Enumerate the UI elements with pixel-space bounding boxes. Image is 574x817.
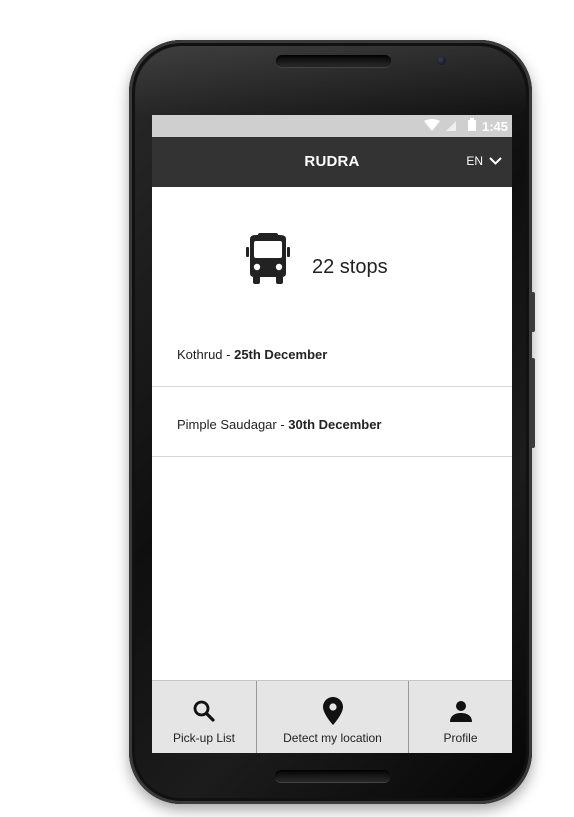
route-summary: 22 stops <box>152 187 512 327</box>
power-button <box>531 292 535 332</box>
front-camera <box>437 56 446 65</box>
nav-label: Pick-up List <box>172 731 236 745</box>
location-pin-icon <box>322 697 343 725</box>
chevron-down-icon <box>489 154 502 168</box>
stop-item[interactable]: Pimple Saudagar - 30th December <box>152 387 512 457</box>
status-time: 1:45 <box>481 118 508 134</box>
status-bar: 1:45 <box>152 115 512 137</box>
stop-date: 30th December <box>288 417 382 432</box>
nav-detect-location[interactable]: Detect my location <box>256 681 408 753</box>
stop-text: Kothrud - 25th December <box>177 347 327 362</box>
app-bar: RUDRA EN <box>152 137 512 187</box>
nav-label: Profile <box>443 731 478 745</box>
app-title: RUDRA <box>304 153 360 170</box>
stop-text: Pimple Saudagar - 30th December <box>177 417 382 432</box>
status-icons: 1:45 <box>423 118 508 134</box>
signal-icon <box>445 119 456 134</box>
language-selector[interactable]: EN <box>466 154 502 168</box>
wifi-icon <box>423 118 440 134</box>
language-label: EN <box>466 154 483 168</box>
stops-count: 22 stops <box>312 256 388 278</box>
stop-date: 25th December <box>234 347 328 362</box>
bus-icon <box>246 233 290 290</box>
stop-place: Kothrud - <box>177 347 235 362</box>
stop-item[interactable]: Kothrud - 25th December <box>152 317 512 387</box>
nav-pickup-list[interactable]: Pick-up List <box>152 681 256 753</box>
battery-icon <box>467 118 476 134</box>
bottom-speaker <box>275 770 390 782</box>
device-mockup: 1:45 RUDRA EN 22 stops Kothrud - 25th De… <box>0 0 574 817</box>
volume-button <box>531 358 535 448</box>
stop-place: Pimple Saudagar - <box>177 417 289 432</box>
bottom-navigation: Pick-up List Detect my location Profile <box>152 680 512 753</box>
person-icon <box>449 697 473 725</box>
top-speaker <box>276 55 391 67</box>
search-icon <box>192 697 216 725</box>
app-screen: 1:45 RUDRA EN 22 stops Kothrud - 25th De… <box>152 115 512 753</box>
nav-label: Detect my location <box>283 731 382 745</box>
nav-profile[interactable]: Profile <box>408 681 512 753</box>
